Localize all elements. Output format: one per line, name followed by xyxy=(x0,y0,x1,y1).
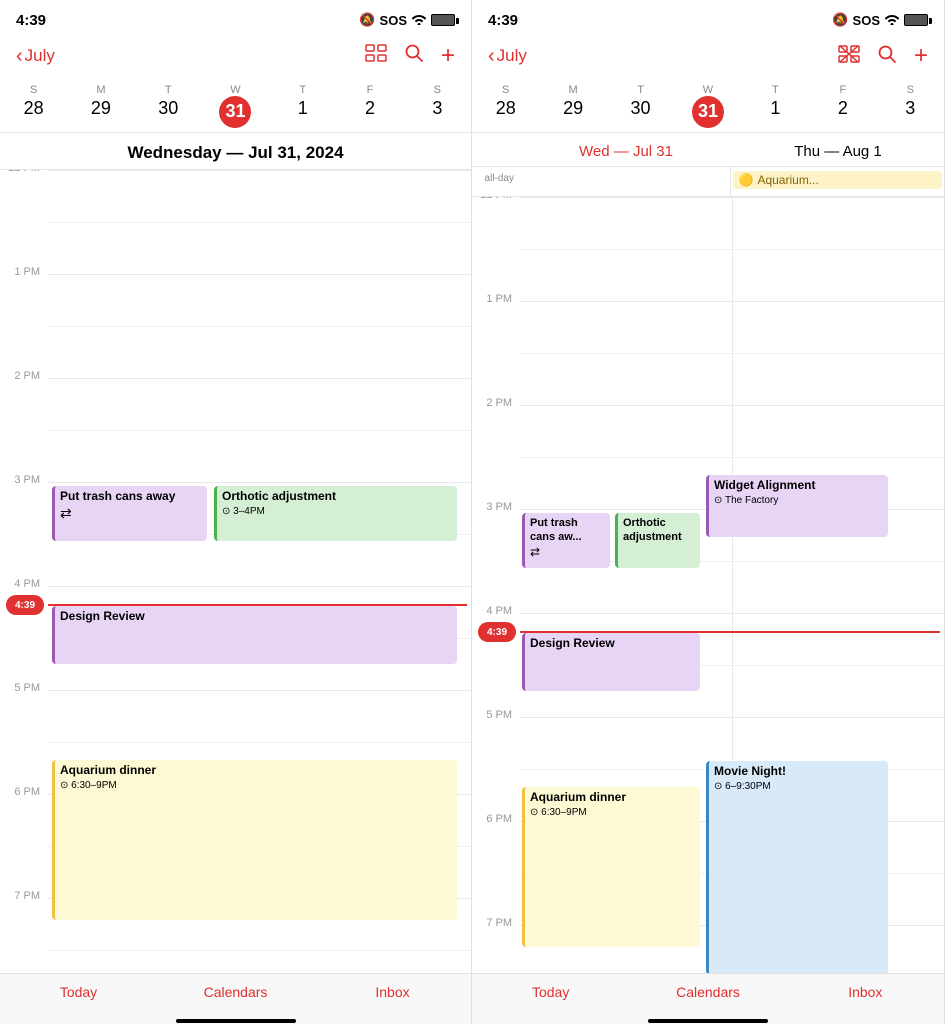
allday-event-aquarium[interactable]: 🟡 Aquarium... xyxy=(733,171,943,189)
week-day-col-r4[interactable]: T 1 xyxy=(742,84,809,128)
tab-inbox-left[interactable]: Inbox xyxy=(314,984,471,1000)
time-label: 2 PM xyxy=(0,370,48,430)
week-day-col-r6[interactable]: S 3 xyxy=(877,84,944,128)
time-grid-left: 12 PM 1 PM 2 PM 3 PM 4 PM 5 PM 6 PM xyxy=(0,170,471,973)
add-icon-right[interactable]: + xyxy=(914,44,928,68)
search-icon-right[interactable] xyxy=(878,45,896,68)
now-bubble-right: 4:39 xyxy=(478,622,516,642)
tl-r-6pm: 6 PM xyxy=(472,813,520,873)
sos-left: SOS xyxy=(380,13,407,28)
time-grid-right: 12 PM 1 PM xyxy=(472,197,944,973)
calendar-scroll-right[interactable]: 12 PM 1 PM xyxy=(472,197,944,973)
status-icons-left: 🔕 SOS xyxy=(359,12,455,28)
tab-inbox-right[interactable]: Inbox xyxy=(787,984,944,1000)
phone-panel-right: 4:39 🔕 SOS ‹ July + S 28 xyxy=(472,0,945,1024)
wifi-icon-right xyxy=(884,13,900,28)
week-day-col-6[interactable]: S 3 xyxy=(404,84,471,128)
week-day-col-r3-today[interactable]: W 31 xyxy=(674,84,741,128)
week-header-left: S 28 M 29 T 30 W 31 T 1 F 2 S 3 xyxy=(0,80,471,133)
event-orthotic[interactable]: Orthotic adjustment ⊙ 3–4PM xyxy=(214,486,457,541)
event-r-design-review[interactable]: Design Review xyxy=(522,633,700,691)
time-label: 3 PM xyxy=(0,474,48,534)
sos-right: SOS xyxy=(853,13,880,28)
tl-r-3pm: 3 PM xyxy=(472,501,520,561)
allday-row: all-day 🟡 Aquarium... xyxy=(472,167,944,197)
week-day-col-5[interactable]: F 2 xyxy=(336,84,403,128)
calendar-scroll-left[interactable]: 12 PM 1 PM 2 PM 3 PM 4 PM 5 PM 6 PM xyxy=(0,170,471,973)
tl-r-1pm: 1 PM xyxy=(472,293,520,353)
week-day-col-1[interactable]: M 29 xyxy=(67,84,134,128)
time-label: 5 PM xyxy=(0,682,48,742)
tab-calendars-right[interactable]: Calendars xyxy=(629,984,786,1000)
event-r-movie-night[interactable]: Movie Night! ⊙ 6–9:30PM xyxy=(706,761,888,973)
time-label: 6 PM xyxy=(0,786,48,846)
allday-event-title: Aquarium... xyxy=(757,173,818,187)
day-header-left: Wednesday — Jul 31, 2024 xyxy=(0,133,471,170)
nav-icons-right: + xyxy=(838,44,928,68)
week-day-col-r5[interactable]: F 2 xyxy=(809,84,876,128)
event-design-review[interactable]: Design Review xyxy=(52,606,457,664)
nav-icons-left: + xyxy=(365,44,455,68)
nav-bar-left: ‹ July + xyxy=(0,36,471,80)
time-label: 7 PM xyxy=(0,890,48,950)
tl-r-12pm: 12 PM xyxy=(472,197,520,249)
now-line-left: 4:39 xyxy=(48,604,467,606)
event-r-widget-alignment[interactable]: Widget Alignment ⊙ The Factory xyxy=(706,475,888,537)
status-icons-right: 🔕 SOS xyxy=(832,12,928,28)
allday-label: all-day xyxy=(472,167,520,196)
tab-calendars-left[interactable]: Calendars xyxy=(157,984,314,1000)
event-r-aquarium-dinner[interactable]: Aquarium dinner ⊙ 6:30–9PM xyxy=(522,787,700,947)
back-arrow-left: ‹ xyxy=(16,45,23,68)
tab-bar-left: Today Calendars Inbox xyxy=(0,973,471,1024)
tab-bar-right: Today Calendars Inbox xyxy=(472,973,944,1024)
now-bubble-left: 4:39 xyxy=(6,595,44,615)
event-r-orthotic[interactable]: Orthoticadjustment xyxy=(615,513,700,568)
nav-bar-right: ‹ July + xyxy=(472,36,944,80)
tl-r-5pm: 5 PM xyxy=(472,709,520,769)
allday-wed xyxy=(520,167,731,196)
week-day-col-4[interactable]: T 1 xyxy=(269,84,336,128)
status-time-right: 4:39 xyxy=(488,12,518,29)
week-day-col-r1[interactable]: M 29 xyxy=(539,84,606,128)
event-aquarium-dinner[interactable]: Aquarium dinner ⊙ 6:30–9PM xyxy=(52,760,457,920)
day-header-wed[interactable]: Wed — Jul 31 xyxy=(520,133,732,166)
status-time-left: 4:39 xyxy=(16,12,46,29)
wifi-icon-left xyxy=(411,13,427,28)
bell-icon-right: 🔕 xyxy=(832,12,848,28)
week-day-col-3-today[interactable]: W 31 xyxy=(202,84,269,128)
add-icon-left[interactable]: + xyxy=(441,44,455,68)
event-r-put-trash[interactable]: Put trashcans aw... ⇄ xyxy=(522,513,610,568)
nav-back-label-right[interactable]: July xyxy=(497,46,527,66)
week-header-right: S 28 M 29 T 30 W 31 T 1 F 2 S 3 xyxy=(472,80,944,133)
grid-icon-right[interactable] xyxy=(838,45,860,68)
now-line-right: 4:39 xyxy=(520,631,940,633)
nav-back-left[interactable]: ‹ July xyxy=(16,45,55,68)
nav-back-right[interactable]: ‹ July xyxy=(488,45,527,68)
battery-icon-right xyxy=(904,14,928,26)
tab-today-left[interactable]: Today xyxy=(0,984,157,1000)
phone-panel-left: 4:39 🔕 SOS ‹ July + S 28 xyxy=(0,0,472,1024)
allday-thu: 🟡 Aquarium... xyxy=(731,167,945,196)
day-header-thu[interactable]: Thu — Aug 1 xyxy=(732,133,944,166)
tl-r-7pm: 7 PM xyxy=(472,917,520,973)
status-bar-right: 4:39 🔕 SOS xyxy=(472,0,944,36)
status-bar-left: 4:39 🔕 SOS xyxy=(0,0,471,36)
event-put-trash[interactable]: Put trash cans away ⇄ xyxy=(52,486,207,541)
battery-icon-left xyxy=(431,14,455,26)
tl-r-2pm: 2 PM xyxy=(472,397,520,457)
search-icon-left[interactable] xyxy=(405,44,423,68)
tab-today-right[interactable]: Today xyxy=(472,984,629,1000)
nav-back-label-left[interactable]: July xyxy=(25,46,55,66)
time-label: 1 PM xyxy=(0,266,48,326)
grid-icon-left[interactable] xyxy=(365,44,387,68)
split-day-headers: Wed — Jul 31 Thu — Aug 1 xyxy=(472,133,944,167)
week-day-col-r2[interactable]: T 30 xyxy=(607,84,674,128)
week-day-col-r0[interactable]: S 28 xyxy=(472,84,539,128)
week-day-col-0[interactable]: S 28 xyxy=(0,84,67,128)
back-arrow-right: ‹ xyxy=(488,45,495,68)
week-day-col-2[interactable]: T 30 xyxy=(135,84,202,128)
bell-icon-left: 🔕 xyxy=(359,12,375,28)
